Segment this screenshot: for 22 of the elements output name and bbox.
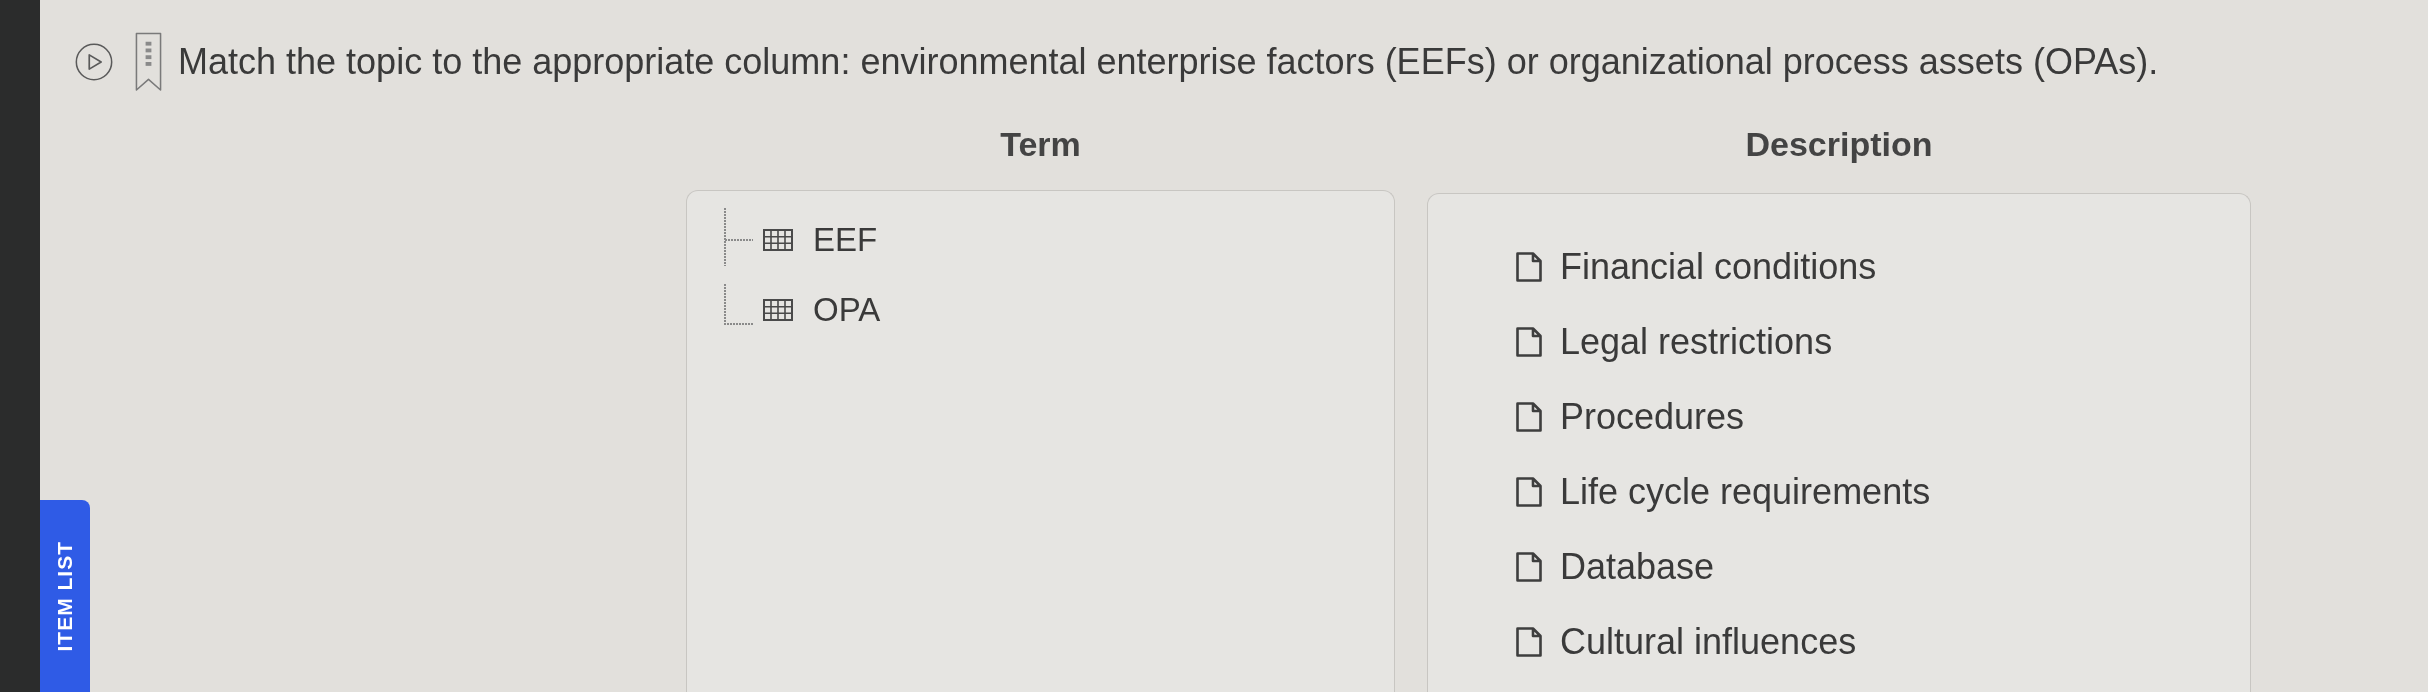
item-label[interactable]: Database xyxy=(1560,544,1715,589)
document-icon xyxy=(1516,476,1542,507)
question-text: Match the topic to the appropriate column: environmental enterprise factors (EEFs) or organizational process assets (OPAs). xyxy=(178,40,2159,84)
document-icon xyxy=(1516,251,1542,282)
document-icon xyxy=(1516,401,1542,432)
table-icon xyxy=(763,299,793,321)
table-icon xyxy=(763,229,793,251)
document-icon xyxy=(1516,626,1542,657)
column-heading: Description xyxy=(1745,124,1933,164)
bookmark-icon[interactable] xyxy=(135,31,162,93)
item-list-tab[interactable]: ITEM LIST xyxy=(40,500,90,692)
document-icon xyxy=(1516,326,1542,357)
item-label[interactable]: Life cycle requirements xyxy=(1560,469,1931,514)
document-icon xyxy=(1516,551,1542,582)
item-label[interactable]: Procedures xyxy=(1560,394,1745,439)
item-label[interactable]: Financial conditions xyxy=(1560,244,1877,289)
column-heading: Term xyxy=(1000,124,1081,164)
play-icon[interactable] xyxy=(75,43,113,81)
tree-node-label[interactable]: OPA xyxy=(813,290,881,330)
item-label[interactable]: Cultural influences xyxy=(1560,619,1857,664)
item-label[interactable]: Legal restrictions xyxy=(1560,319,1833,364)
tree-node-label[interactable]: EEF xyxy=(813,220,878,260)
